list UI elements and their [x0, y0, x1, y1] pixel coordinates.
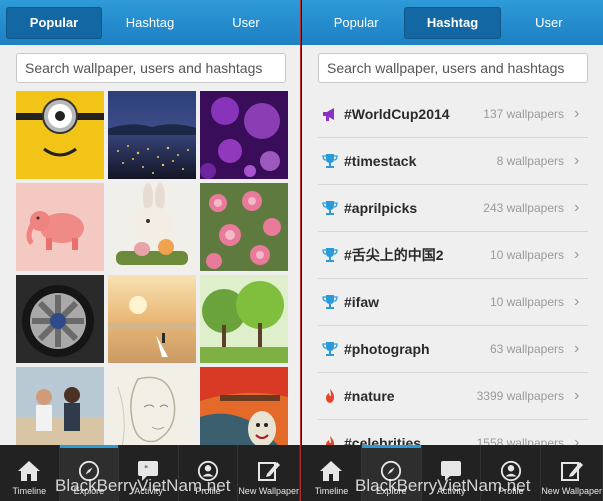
trophy-icon: [322, 247, 338, 263]
beach-couple-wallpaper[interactable]: [108, 275, 196, 363]
hashtag-list: #WorldCup2014 137 wallpapers › #timestac…: [318, 91, 588, 467]
tab-popular[interactable]: Popular: [6, 6, 102, 39]
nav-label: New Wallpaper: [238, 486, 300, 496]
nav-activity[interactable]: " Activity: [119, 445, 179, 501]
bunny-eggs-wallpaper[interactable]: [108, 183, 196, 271]
edit-icon: [257, 462, 280, 481]
chevron-right-icon: ›: [574, 246, 580, 263]
nav-explore[interactable]: Explore: [361, 445, 422, 501]
tab-popular[interactable]: Popular: [308, 7, 404, 39]
svg-text:": ": [144, 465, 148, 475]
nav-label: Timeline: [12, 486, 47, 496]
pink-flowers-wallpaper[interactable]: [200, 183, 288, 271]
chat-icon: ": [138, 461, 159, 481]
wallpaper-count: 243 wallpapers: [483, 201, 564, 215]
chevron-right-icon: ›: [574, 293, 580, 310]
chevron-right-icon: ›: [574, 387, 580, 404]
trophy-icon: [322, 294, 338, 310]
profile-icon: [500, 460, 521, 482]
flame-icon: [322, 388, 338, 404]
wallpaper-count: 8 wallpapers: [496, 154, 564, 168]
hashtag-name: #aprilpicks: [344, 200, 418, 216]
nav-label: Profile: [195, 486, 221, 496]
couple-beach-wallpaper[interactable]: [16, 367, 104, 455]
nav-label: Profile: [498, 486, 524, 496]
city-night-wallpaper[interactable]: [108, 91, 196, 179]
trophy-icon: [322, 341, 338, 357]
nav-label: Explore: [73, 486, 105, 496]
green-trees-wallpaper[interactable]: [200, 275, 288, 363]
hashtag-name: #ifaw: [344, 294, 380, 310]
hashtag-name: #nature: [344, 388, 395, 404]
hashtag-row[interactable]: #nature 3399 wallpapers ›: [318, 373, 588, 420]
sketch-portrait-wallpaper[interactable]: [108, 367, 196, 455]
nav-label: Activity: [134, 486, 163, 496]
right-bottom-nav: Timeline Explore Activity Profile New Wa…: [302, 445, 603, 501]
nav-label: New Wallpaper: [541, 486, 603, 496]
compass-icon: [381, 460, 402, 482]
scream-joker-wallpaper[interactable]: [200, 367, 288, 455]
edit-icon: [560, 462, 583, 481]
wallpaper-grid: [16, 91, 288, 455]
left-tab-bar: Popular Hashtag User: [0, 0, 300, 45]
profile-icon: [197, 460, 219, 482]
tab-user[interactable]: User: [198, 7, 294, 39]
search-input[interactable]: Search wallpaper, users and hashtags: [318, 53, 588, 83]
home-icon: [18, 461, 41, 481]
home-icon: [320, 461, 343, 481]
hashtag-panel: Popular Hashtag User Search wallpaper, u…: [302, 0, 603, 501]
nav-timeline[interactable]: Timeline: [0, 445, 60, 501]
car-wheel-wallpaper[interactable]: [16, 275, 104, 363]
hashtag-row[interactable]: #舌尖上的中国2 10 wallpapers ›: [318, 232, 588, 279]
chevron-right-icon: ›: [574, 340, 580, 357]
search-input[interactable]: Search wallpaper, users and hashtags: [16, 53, 286, 83]
tab-user[interactable]: User: [501, 7, 597, 39]
nav-profile[interactable]: Profile: [179, 445, 239, 501]
tab-hashtag[interactable]: Hashtag: [102, 7, 198, 39]
nav-timeline[interactable]: Timeline: [302, 445, 362, 501]
trophy-icon: [322, 200, 338, 216]
nav-explore[interactable]: Explore: [59, 445, 120, 501]
chevron-right-icon: ›: [574, 152, 580, 169]
purple-bokeh-wallpaper[interactable]: [200, 91, 288, 179]
hashtag-name: #WorldCup2014: [344, 106, 450, 122]
wallpaper-count: 10 wallpapers: [489, 248, 564, 262]
wallpaper-count: 137 wallpapers: [483, 107, 564, 121]
wallpaper-count: 63 wallpapers: [489, 342, 564, 356]
hashtag-row[interactable]: #photograph 63 wallpapers ›: [318, 326, 588, 373]
nav-activity[interactable]: Activity: [422, 445, 482, 501]
nav-label: Explore: [375, 486, 407, 496]
wallpaper-count: 3399 wallpapers: [476, 389, 564, 403]
hashtag-name: #timestack: [344, 153, 417, 169]
chevron-right-icon: ›: [574, 105, 580, 122]
popular-panel: Popular Hashtag User Search wallpaper, u…: [0, 0, 301, 501]
chevron-right-icon: ›: [574, 199, 580, 216]
hashtag-row[interactable]: #aprilpicks 243 wallpapers ›: [318, 185, 588, 232]
hashtag-row[interactable]: #WorldCup2014 137 wallpapers ›: [318, 91, 588, 138]
hashtag-row[interactable]: #timestack 8 wallpapers ›: [318, 138, 588, 185]
nav-label: Activity: [436, 486, 466, 496]
hashtag-row[interactable]: #ifaw 10 wallpapers ›: [318, 279, 588, 326]
nav-new-wallpaper[interactable]: New Wallpaper: [541, 445, 603, 501]
hashtag-name: #photograph: [344, 341, 430, 357]
tab-hashtag[interactable]: Hashtag: [404, 6, 501, 39]
right-tab-bar: Popular Hashtag User: [302, 0, 603, 45]
megaphone-icon: [322, 106, 338, 122]
wallpaper-count: 10 wallpapers: [489, 295, 564, 309]
compass-icon: [78, 460, 99, 482]
chat-icon: [441, 461, 462, 481]
nav-new-wallpaper[interactable]: New Wallpaper: [238, 445, 300, 501]
pink-elephant-wallpaper[interactable]: [16, 183, 104, 271]
hashtag-name: #舌尖上的中国2: [344, 247, 444, 263]
left-bottom-nav: Timeline Explore " Activity Profile New …: [0, 445, 300, 501]
trophy-icon: [322, 153, 338, 169]
minion-wallpaper[interactable]: [16, 91, 104, 179]
nav-profile[interactable]: Profile: [481, 445, 542, 501]
nav-label: Timeline: [314, 486, 349, 496]
